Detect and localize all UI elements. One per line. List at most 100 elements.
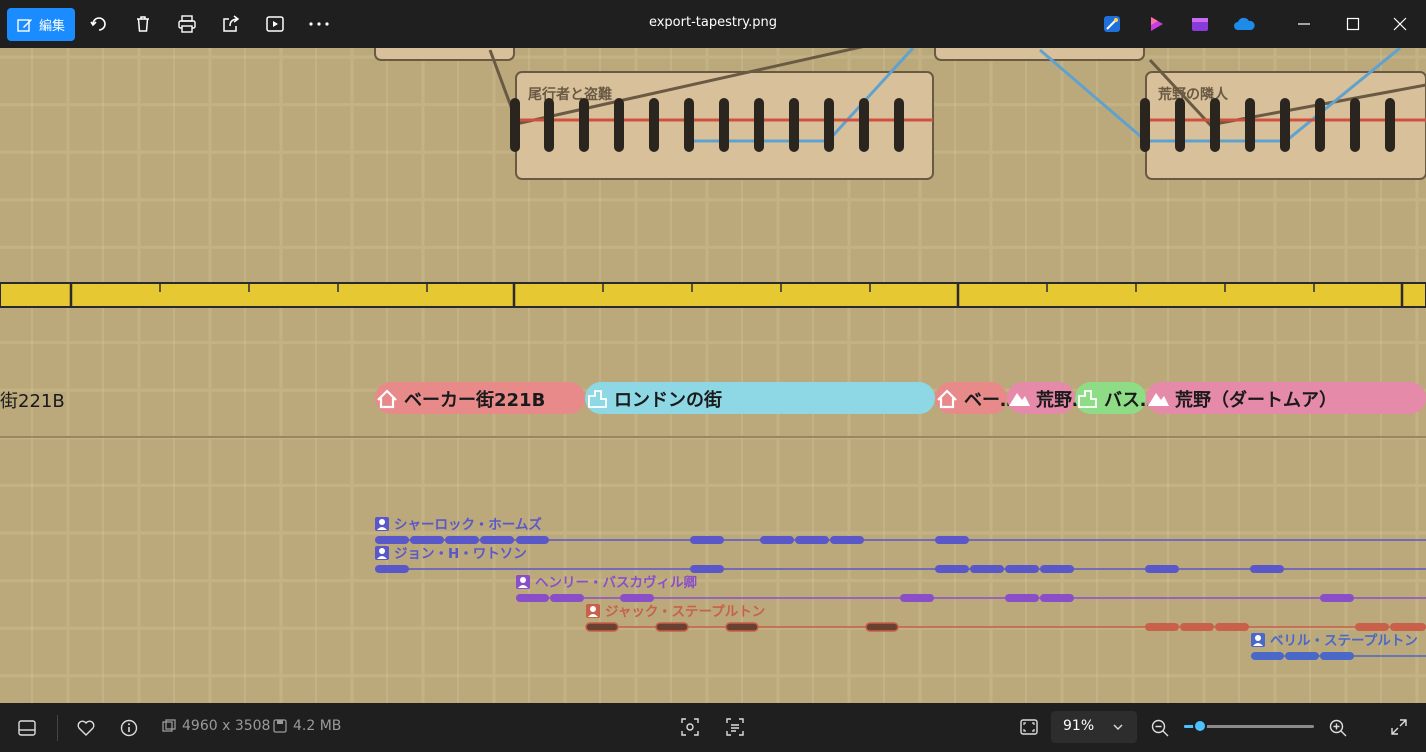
zoom-dropdown[interactable]: 91% <box>1051 711 1137 743</box>
slideshow-icon[interactable] <box>263 12 287 36</box>
event-pill <box>1245 98 1255 152</box>
event-pill <box>649 98 659 152</box>
place-label-cut: 街221B <box>0 391 65 412</box>
event-pill <box>859 98 869 152</box>
more-icon[interactable] <box>307 12 331 36</box>
visual-search-icon[interactable] <box>681 718 699 736</box>
event-pill <box>579 98 589 152</box>
event-pill <box>1350 98 1360 152</box>
onedrive-icon[interactable] <box>1232 12 1256 36</box>
character-event <box>690 565 724 573</box>
designer-icon[interactable] <box>1100 12 1124 36</box>
character-event <box>375 565 409 573</box>
character-event <box>375 536 409 544</box>
print-icon[interactable] <box>175 12 199 36</box>
event-pill <box>789 98 799 152</box>
character-event <box>655 622 689 632</box>
event-pill <box>544 98 554 152</box>
delete-icon[interactable] <box>131 12 155 36</box>
filmstrip-icon[interactable] <box>18 720 36 736</box>
fullscreen-icon[interactable] <box>1391 719 1407 735</box>
edit-button[interactable]: 編集 <box>7 8 75 41</box>
dimensions-text: 4960 x 3508 <box>182 718 271 734</box>
share-icon[interactable] <box>219 12 243 36</box>
dimensions-info: 4960 x 3508 <box>162 718 270 734</box>
character-event <box>1145 623 1179 631</box>
event-pill <box>894 98 904 152</box>
filesize-info: 4.2 MB <box>273 718 341 734</box>
maximize-icon[interactable] <box>1341 12 1365 36</box>
character-event <box>1215 623 1249 631</box>
character-event <box>760 536 794 544</box>
character-event <box>1251 652 1284 660</box>
save-icon <box>273 719 287 733</box>
place-label: ベーカー街221B <box>404 389 545 411</box>
avatar-icon <box>516 575 530 589</box>
character-event <box>935 565 969 573</box>
event-pill <box>824 98 834 152</box>
character-event <box>1285 652 1319 660</box>
character-event <box>935 536 969 544</box>
image-viewport[interactable]: 尾行者と盗難 荒野の隣人 街221B ベーカー街221B ロンドンの街 ベー… 荒野…… <box>0 48 1426 703</box>
clipchamp-icon[interactable] <box>1145 12 1169 36</box>
avatar-icon <box>586 604 600 618</box>
rotate-icon[interactable] <box>87 12 111 36</box>
info-icon[interactable] <box>120 719 138 737</box>
event-pill <box>1280 98 1290 152</box>
place-label: 荒野（ダートムア） <box>1174 389 1337 411</box>
character-event <box>1040 594 1074 602</box>
filesize-text: 4.2 MB <box>293 718 342 734</box>
edit-icon <box>17 18 32 32</box>
character-event <box>970 565 1004 573</box>
zoom-slider[interactable] <box>1184 719 1314 733</box>
zoom-value: 91% <box>1063 718 1095 734</box>
close-icon[interactable] <box>1388 12 1412 36</box>
fit-to-window-icon[interactable] <box>1020 719 1038 735</box>
text-scan-icon[interactable] <box>726 718 744 736</box>
character-event <box>1390 623 1426 631</box>
character-event <box>1320 652 1354 660</box>
scene-title: 尾行者と盗難 <box>528 86 612 103</box>
character-event <box>1320 594 1354 602</box>
timeline-ruler <box>0 282 1426 308</box>
character-event <box>445 536 479 544</box>
edit-label: 編集 <box>38 19 65 34</box>
character-event <box>1145 565 1179 573</box>
character-event <box>1180 623 1214 631</box>
clipchamp-video-icon[interactable] <box>1188 12 1212 36</box>
avatar-icon <box>375 546 389 560</box>
status-bar: 4960 x 3508 4.2 MB 91% <box>0 703 1426 752</box>
character-name: ジョン・H・ワトソン <box>394 546 527 562</box>
character-name: ベリル・ステープルトン <box>1270 633 1418 649</box>
character-name: シャーロック・ホームズ <box>394 516 542 533</box>
chevron-down-icon <box>1113 724 1123 730</box>
event-pill <box>719 98 729 152</box>
title-bar: 編集 export-tapestry.png <box>0 0 1426 48</box>
character-name: ジャック・ステープルトン <box>605 604 765 620</box>
zoom-in-icon[interactable] <box>1329 719 1347 737</box>
character-event <box>585 622 619 632</box>
event-pill <box>684 98 694 152</box>
event-pill <box>754 98 764 152</box>
favorite-icon[interactable] <box>77 720 95 736</box>
character-event <box>516 594 549 602</box>
zoom-slider-thumb[interactable] <box>1192 719 1207 733</box>
character-event <box>725 622 759 632</box>
character-event <box>410 536 444 544</box>
character-event <box>865 622 899 632</box>
character-event <box>690 536 724 544</box>
place-label: ロンドンの街 <box>614 389 722 411</box>
scene-box-partial <box>934 48 1145 61</box>
zoom-out-icon[interactable] <box>1151 719 1169 737</box>
character-event <box>1005 565 1039 573</box>
character-event <box>620 594 654 602</box>
event-pill <box>510 98 520 152</box>
character-event <box>1355 623 1389 631</box>
event-pill <box>1140 98 1150 152</box>
minimize-icon[interactable] <box>1292 12 1316 36</box>
event-pill <box>1385 98 1395 152</box>
character-event <box>1040 565 1074 573</box>
file-name: export-tapestry.png <box>648 15 778 30</box>
character-event <box>516 536 549 544</box>
character-event <box>900 594 934 602</box>
